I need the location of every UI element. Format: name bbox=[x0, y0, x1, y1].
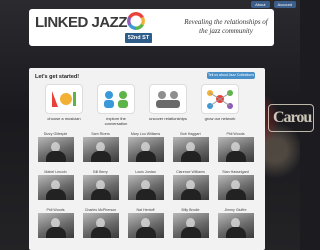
top-nav: About Account bbox=[251, 0, 296, 9]
action-label: choose a musician bbox=[47, 116, 81, 121]
logo-wheel-icon bbox=[127, 12, 145, 30]
action-label: uncover relationships bbox=[149, 116, 187, 121]
about-button[interactable]: About bbox=[251, 1, 270, 8]
musician-photo bbox=[37, 213, 74, 238]
musician-card[interactable]: Charles McPherson bbox=[81, 208, 120, 238]
musician-photo bbox=[217, 137, 254, 162]
musician-card[interactable]: Mabel Lincoln bbox=[36, 170, 75, 200]
background-sign: Carou bbox=[268, 104, 314, 132]
musician-card[interactable]: Louis Jordan bbox=[126, 170, 165, 200]
musician-card[interactable]: Phil Woods bbox=[216, 132, 255, 162]
action-grow-network[interactable]: grow our network bbox=[199, 84, 241, 121]
logo-text[interactable]: LINKED JAZZ bbox=[35, 14, 128, 31]
account-button[interactable]: Account bbox=[273, 1, 296, 8]
network-icon bbox=[201, 84, 239, 114]
conversation-icon bbox=[97, 84, 135, 114]
musician-photo bbox=[82, 137, 119, 162]
musician-photo bbox=[82, 213, 119, 238]
musician-card[interactable]: Mary Lou Williams bbox=[126, 132, 165, 162]
musician-card[interactable]: Sam Rivers bbox=[81, 132, 120, 162]
musician-icon bbox=[45, 84, 83, 114]
musician-card[interactable]: Billy Brodie bbox=[171, 208, 210, 238]
musician-card[interactable]: Bill Berry bbox=[81, 170, 120, 200]
musician-photo bbox=[127, 213, 164, 238]
musician-photo bbox=[37, 175, 74, 200]
action-explore-conversation[interactable]: explore the conversation bbox=[95, 84, 137, 126]
musician-photo bbox=[217, 175, 254, 200]
logo-badge: 52nd ST bbox=[125, 33, 152, 43]
action-label: grow our network bbox=[204, 116, 236, 121]
corner-button[interactable]: Tell us about Jazz Collections bbox=[207, 72, 255, 79]
site-header: LINKED JAZZ 52nd ST Revealing the relati… bbox=[29, 9, 274, 46]
musician-card[interactable]: Stan Hasselgard bbox=[216, 170, 255, 200]
musician-card[interactable]: Jimmy Giuffre bbox=[216, 208, 255, 238]
musician-photo bbox=[37, 137, 74, 162]
musician-card[interactable]: Phil Woods bbox=[36, 208, 75, 238]
musician-card[interactable]: Bob Haggart bbox=[171, 132, 210, 162]
musician-photo bbox=[172, 175, 209, 200]
musician-photo bbox=[172, 137, 209, 162]
musician-photo bbox=[217, 213, 254, 238]
relationships-icon bbox=[149, 84, 187, 114]
action-label: explore the conversation bbox=[104, 116, 128, 126]
musician-photo bbox=[82, 175, 119, 200]
tagline: Revealing the relationships of the jazz … bbox=[184, 18, 268, 35]
musician-card[interactable]: Dizzy Gillespie bbox=[36, 132, 75, 162]
musician-photo bbox=[127, 175, 164, 200]
action-choose-musician[interactable]: choose a musician bbox=[43, 84, 85, 121]
main-panel: Let's get started! Tell us about Jazz Co… bbox=[29, 68, 265, 250]
musician-photo bbox=[127, 137, 164, 162]
action-uncover-relationships[interactable]: uncover relationships bbox=[147, 84, 189, 121]
musician-card[interactable]: Nat Hentoff bbox=[126, 208, 165, 238]
musician-photo bbox=[172, 213, 209, 238]
panel-title: Let's get started! bbox=[35, 74, 80, 80]
musician-card[interactable]: Clarence Williams bbox=[171, 170, 210, 200]
